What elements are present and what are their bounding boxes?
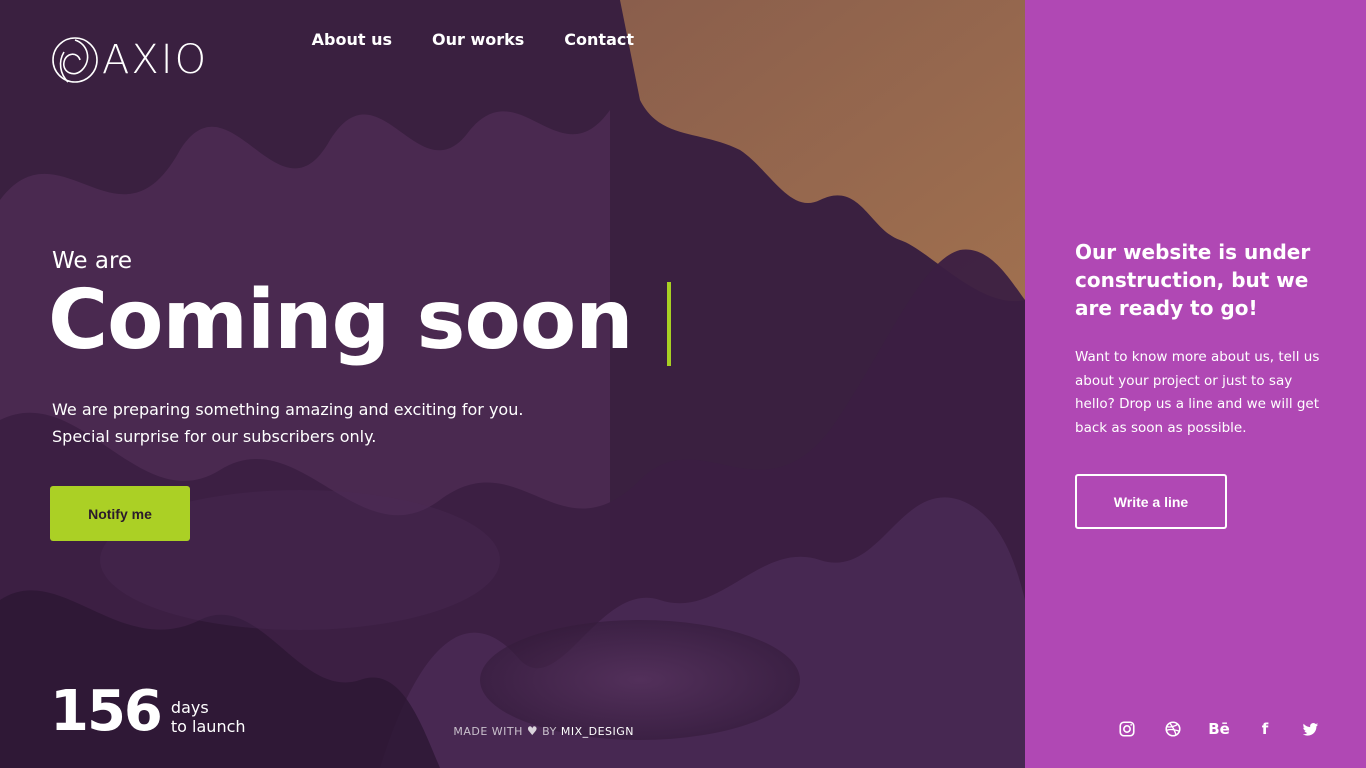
made-with-text: MADE WITH [453,724,523,738]
side-panel-text: Want to know more about us, tell us abou… [1075,349,1320,436]
swirl-logo-icon [52,37,98,83]
facebook-icon[interactable]: f [1255,718,1275,740]
launch-countdown: 156 days to launch [50,684,246,740]
hero-background-art [0,0,1025,768]
hero-section: AXIO About us Our works Contact We are C… [0,0,1025,768]
brand-name: AXIO [102,37,209,83]
instagram-icon[interactable] [1117,718,1137,740]
countdown-label-line-1: days [170,698,209,717]
nav-item-about-us[interactable]: About us [312,30,392,49]
hero-description-line-1: We are preparing something amazing and e… [52,400,524,419]
social-links: Bē f [1117,718,1321,740]
hero-description: We are preparing something amazing and e… [52,396,523,450]
credit-brand-link[interactable]: MIX_DESIGN [561,725,634,738]
brand-logo[interactable]: AXIO [50,30,208,90]
side-panel: Our website is under construction, but w… [1025,0,1366,768]
dribbble-icon[interactable] [1163,718,1183,740]
notify-me-button[interactable]: Notify me [50,486,190,541]
nav-item-our-works[interactable]: Our works [432,30,524,49]
twitter-icon[interactable] [1301,718,1321,740]
hero-intro: We are [52,248,133,274]
countdown-label-line-2: to launch [170,717,246,736]
countdown-days-value: 156 [50,679,163,744]
behance-icon[interactable]: Bē [1208,718,1230,740]
made-by-text: BY [542,724,557,738]
write-a-line-button[interactable]: Write a line [1075,474,1227,529]
countdown-label: days to launch [171,698,246,736]
main-nav: About us Our works Contact [312,30,634,49]
nav-item-contact[interactable]: Contact [564,30,634,49]
hero-description-line-2: Special surprise for our subscribers onl… [52,427,377,446]
heart-icon: ♥ [526,724,539,738]
made-with-credit: MADE WITH ♥ BY MIX_DESIGN [453,724,634,738]
hero-headline: Coming soon [48,273,634,368]
side-panel-title: Our website is under construction, but w… [1075,240,1311,320]
typing-caret [667,282,671,366]
